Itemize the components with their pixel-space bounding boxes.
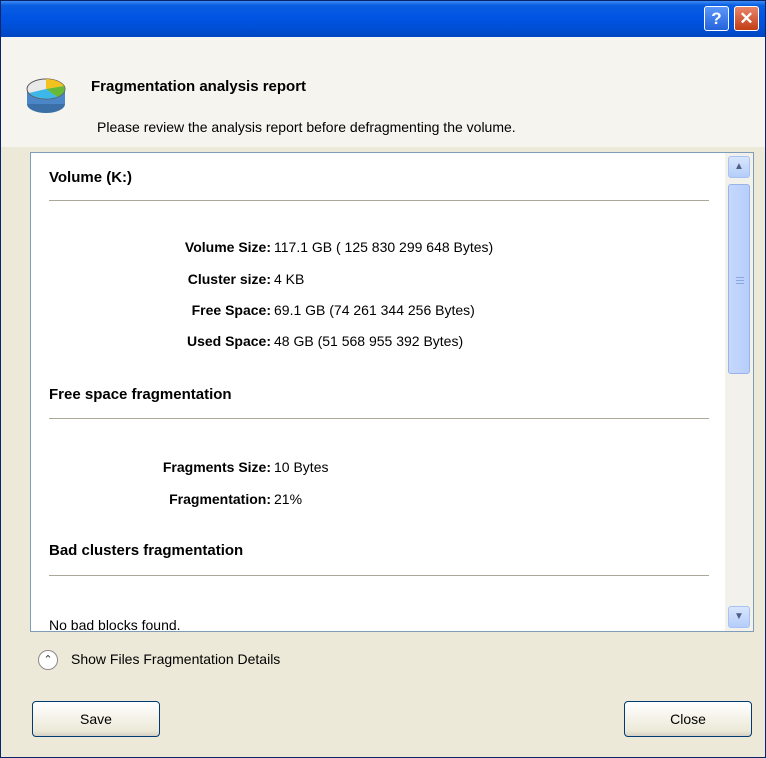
thumb-grip [736,277,744,278]
fragmentation-value: 21% [274,491,303,507]
volume-size-label: Volume Size: [184,239,271,255]
cluster-size-label: Cluster size: [187,271,271,287]
section-title-bad-clusters: Bad clusters fragmentation [49,542,244,559]
free-space-value: 69.1 GB (74 261 344 256 Bytes) [274,302,475,318]
close-button[interactable]: Close [624,701,752,737]
section-separator [49,575,709,577]
disk-chart-icon [26,78,66,113]
fragments-size-label: Fragments Size: [162,459,271,475]
report-content: Volume (K:) Volume Size: 117.1 GB ( 125 … [31,153,725,631]
dialog-window: ? ✕ Fragmentation analysis report Please… [0,0,766,758]
fragments-size-value: 10 Bytes [274,459,329,475]
scroll-up-icon[interactable]: ▲ [728,156,750,178]
volume-size-value: 117.1 GB ( 125 830 299 648 Bytes) [274,239,494,255]
title-bar[interactable]: ? ✕ [1,1,765,37]
section-separator [49,200,709,202]
fragmentation-label: Fragmentation: [169,491,271,507]
report-panel[interactable]: Volume (K:) Volume Size: 117.1 GB ( 125 … [30,152,754,632]
cluster-size-value: 4 KB [274,271,305,287]
section-title-volume: Volume (K:) [49,169,133,186]
save-button[interactable]: Save [32,701,160,737]
help-button[interactable]: ? [704,6,729,31]
free-space-label: Free Space: [191,302,271,318]
thumb-grip [736,283,744,284]
section-separator [49,418,709,420]
dialog-subtitle: Please review the analysis report before… [97,119,516,135]
scroll-down-icon[interactable]: ▼ [728,606,750,628]
thumb-grip [736,280,744,281]
used-space-value: 48 GB (51 568 955 392 Bytes) [274,333,464,349]
close-window-button[interactable]: ✕ [734,6,759,31]
vertical-scrollbar[interactable]: ▲ ▼ [725,153,753,631]
scroll-thumb[interactable] [728,184,750,374]
dialog-title: Fragmentation analysis report [91,78,307,95]
section-title-free-space: Free space fragmentation [49,386,232,403]
bad-blocks-message: No bad blocks found. [49,617,181,631]
dialog-header: Fragmentation analysis report Please rev… [1,37,765,147]
used-space-label: Used Space: [186,333,271,349]
show-details-toggle[interactable]: Show Files Fragmentation Details [71,651,280,667]
double-chevron-up-icon[interactable]: ⌃ [38,650,58,670]
